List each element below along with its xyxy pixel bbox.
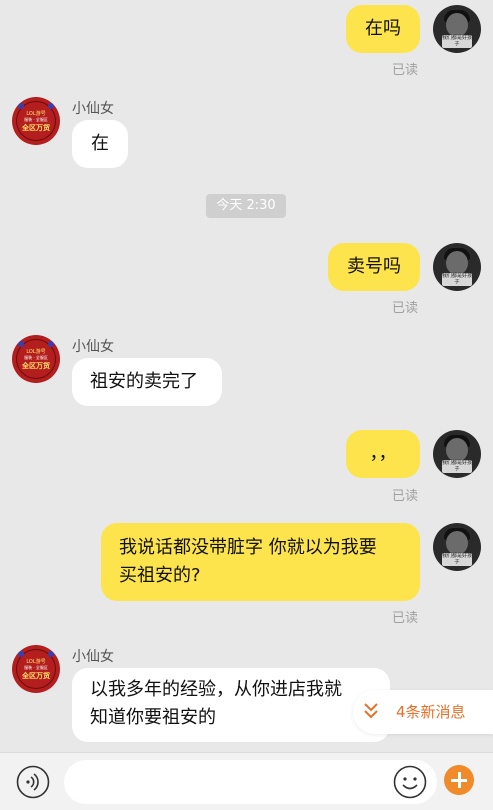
my-avatar[interactable]: 我们都是好孩子 [433,523,481,571]
message-line: 以我多年的经验，从你进店我就 [90,679,342,700]
new-messages-button[interactable]: 4条新消息 [353,690,493,734]
message-line: 我说话都没带脏字 你就以为我要 [119,537,377,558]
their-message-bubble[interactable]: 在 [72,120,128,168]
emoji-icon[interactable] [393,765,427,799]
my-avatar[interactable]: 我们都是好孩子 [433,5,481,53]
my-message-bubble[interactable]: 我说话都没带脏字 你就以为我要 买祖安的? [101,523,420,601]
new-messages-label: 4条新消息 [396,703,466,721]
read-receipt: 已读 [392,301,419,316]
my-avatar[interactable]: 我们都是好孩子 [433,430,481,478]
message-line: 知道你要祖安的 [90,707,216,728]
my-message-bubble[interactable]: ，， [346,430,420,478]
read-receipt: 已读 [392,489,419,504]
contact-name: 小仙女 [72,101,114,117]
plus-icon[interactable] [444,765,474,795]
message-input[interactable] [64,760,437,804]
read-receipt: 已读 [392,63,419,78]
message-line: 买祖安的? [119,565,201,586]
contact-name: 小仙女 [72,339,114,355]
chat-area[interactable]: 我们都是好孩子 在吗 已读 LOL游号 服装 · 全服区 全区万货 小仙女 在 … [0,0,493,752]
their-message-bubble[interactable]: 祖安的卖完了 [72,358,222,406]
contact-name: 小仙女 [72,649,114,665]
their-message-bubble[interactable]: 以我多年的经验，从你进店我就 知道你要祖安的 [72,668,390,742]
contact-avatar[interactable]: LOL游号 服装 · 全服区 全区万货 [12,645,60,693]
double-chevron-down-icon [364,703,378,719]
input-bar [0,752,493,810]
my-message-bubble[interactable]: 卖号吗 [328,243,420,291]
voice-icon[interactable] [16,765,50,799]
timestamp-divider: 今天 2:30 [206,194,286,218]
my-message-bubble[interactable]: 在吗 [346,5,420,53]
my-avatar[interactable]: 我们都是好孩子 [433,243,481,291]
read-receipt: 已读 [392,611,419,626]
contact-avatar[interactable]: LOL游号 服装 · 全服区 全区万货 [12,97,60,145]
contact-avatar[interactable]: LOL游号 服装 · 全服区 全区万货 [12,335,60,383]
